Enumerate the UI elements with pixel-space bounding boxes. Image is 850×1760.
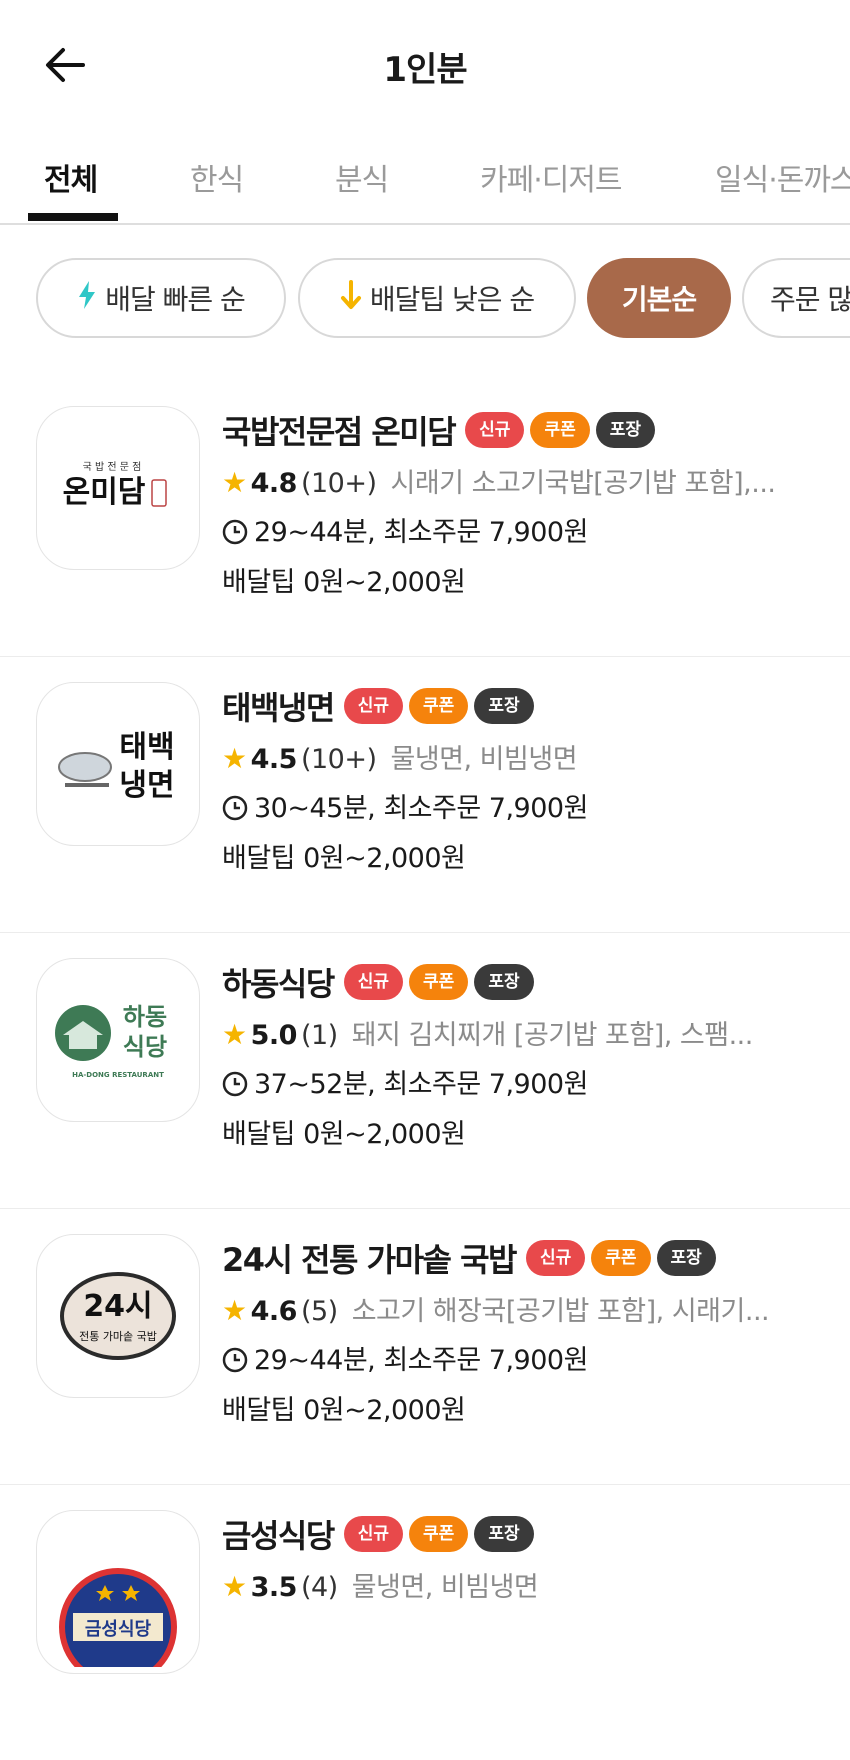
restaurant-info: 국밥전문점 온미담 신규 쿠폰 포장 ★ 4.8 (10+) 시래기 소고기국밥[공기… bbox=[222, 402, 842, 608]
tab-snack[interactable]: 분식 bbox=[335, 155, 389, 199]
coupon-badge: 쿠폰 bbox=[409, 1516, 469, 1552]
logo-sub-text: 냉면 bbox=[119, 768, 174, 803]
delivery-time: 29~44분, 최소주문 7,900원 bbox=[254, 517, 588, 548]
tab-korean[interactable]: 한식 bbox=[190, 155, 244, 199]
delivery-time: 29~44분, 최소주문 7,900원 bbox=[254, 1345, 588, 1376]
takeout-badge: 포장 bbox=[474, 1516, 534, 1552]
review-count: (10+) bbox=[300, 468, 377, 499]
rating-value: 4.8 bbox=[250, 468, 298, 499]
restaurant-name: 국밥전문점 온미담 bbox=[222, 413, 457, 451]
restaurant-logo: 하동 식당 HA-DONG RESTAURANT bbox=[36, 958, 200, 1122]
logo-main-text: 금성식당 bbox=[85, 1619, 152, 1640]
rating-value: 3.5 bbox=[250, 1572, 298, 1603]
menu-preview: 소고기 해장국[공기밥 포함], 시래기... bbox=[351, 1296, 770, 1327]
coupon-badge: 쿠폰 bbox=[409, 964, 469, 1000]
restaurant-info: 태백냉면 신규 쿠폰 포장 ★ 4.5 (10+) 물냉면, 비빔냉면 30~45분,… bbox=[222, 678, 842, 884]
takeout-badge: 포장 bbox=[474, 964, 534, 1000]
restaurant-logo: 태백 냉면 bbox=[36, 682, 200, 846]
review-count: (4) bbox=[300, 1572, 338, 1603]
review-count: (1) bbox=[300, 1020, 338, 1051]
restaurant-name: 24시 전통 가마솥 국밥 bbox=[222, 1241, 517, 1279]
restaurant-name: 하동식당 bbox=[222, 965, 335, 1003]
sort-default-label: 기본순 bbox=[621, 283, 697, 316]
delivery-time: 30~45분, 최소주문 7,900원 bbox=[254, 793, 588, 824]
tab-japanese[interactable]: 일식·돈까스 bbox=[715, 155, 850, 199]
menu-preview: 물냉면, 비빔냉면 bbox=[351, 1572, 539, 1603]
tab-all[interactable]: 전체 bbox=[44, 155, 98, 199]
menu-preview: 물냉면, 비빔냉면 bbox=[390, 744, 578, 775]
new-badge: 신규 bbox=[343, 688, 404, 724]
restaurant-item[interactable]: 국 밥 전 문 점 온미담 국밥전문점 온미담 신규 쿠폰 포장 ★ 4.8 (10… bbox=[0, 380, 850, 657]
clock-icon bbox=[222, 788, 248, 834]
coupon-badge: 쿠폰 bbox=[409, 688, 469, 724]
app-header: 1인분 bbox=[0, 0, 850, 130]
restaurant-item[interactable]: 24시 전통 가마솥 국밥 24시 전통 가마솥 국밥 신규 쿠폰 포장 ★ 4.… bbox=[0, 1208, 850, 1485]
clock-icon bbox=[222, 1340, 248, 1386]
rating-value: 5.0 bbox=[250, 1020, 298, 1051]
restaurant-item[interactable]: 하동 식당 HA-DONG RESTAURANT 하동식당 신규 쿠폰 포장 ★… bbox=[0, 932, 850, 1209]
sort-most-orders-button[interactable]: 주문 많은 순 bbox=[742, 258, 850, 338]
logo-main-text: 온미담 bbox=[63, 475, 146, 510]
star-icon: ★ bbox=[222, 466, 247, 499]
takeout-badge: 포장 bbox=[474, 688, 534, 724]
star-icon: ★ bbox=[222, 1018, 247, 1051]
arrow-down-icon bbox=[340, 279, 362, 317]
logo-sub-text: 전통 가마솥 국밥 bbox=[79, 1330, 157, 1343]
new-badge: 신규 bbox=[465, 412, 525, 448]
logo-english-text: HA-DONG RESTAURANT bbox=[72, 1071, 164, 1079]
delivery-tip: 배달팁 0원~2,000원 bbox=[222, 1395, 466, 1426]
sort-most-orders-label: 주문 많은 순 bbox=[770, 283, 850, 316]
delivery-tip: 배달팁 0원~2,000원 bbox=[222, 843, 466, 874]
active-tab-indicator bbox=[28, 213, 118, 221]
rating-value: 4.6 bbox=[250, 1296, 298, 1327]
logo-subtitle-text: 국 밥 전 문 점 bbox=[83, 461, 142, 473]
restaurant-name: 태백냉면 bbox=[222, 689, 335, 727]
review-count: (5) bbox=[300, 1296, 338, 1327]
sort-default-button[interactable]: 기본순 bbox=[587, 258, 731, 338]
logo-main-text: 하동 bbox=[123, 1003, 167, 1031]
sort-chips: 배달 빠른 순 배달팁 낮은 순 기본순 주문 많은 순 bbox=[0, 258, 850, 348]
coupon-badge: 쿠폰 bbox=[591, 1240, 651, 1276]
restaurant-item[interactable]: 금성식당 금성식당 신규 쿠폰 포장 ★ 3.5 (4) 물냉면, 비빔냉면 bbox=[0, 1484, 850, 1760]
restaurant-info: 하동식당 신규 쿠폰 포장 ★ 5.0 (1) 돼지 김치찌개 [공기밥 포함], 스… bbox=[222, 954, 842, 1160]
logo-main-text: 태백 bbox=[119, 730, 174, 765]
new-badge: 신규 bbox=[343, 964, 404, 1000]
delivery-tip: 배달팁 0원~2,000원 bbox=[222, 1119, 466, 1150]
sort-fast-delivery-button[interactable]: 배달 빠른 순 bbox=[36, 258, 286, 338]
sort-low-tip-button[interactable]: 배달팁 낮은 순 bbox=[298, 258, 576, 338]
restaurant-logo: 금성식당 bbox=[36, 1510, 200, 1674]
menu-preview: 돼지 김치찌개 [공기밥 포함], 스팸... bbox=[351, 1020, 754, 1051]
sort-low-tip-label: 배달팁 낮은 순 bbox=[369, 283, 535, 316]
delivery-time: 37~52분, 최소주문 7,900원 bbox=[254, 1069, 588, 1100]
star-icon: ★ bbox=[222, 742, 247, 775]
takeout-badge: 포장 bbox=[656, 1240, 716, 1276]
restaurant-info: 금성식당 신규 쿠폰 포장 ★ 3.5 (4) 물냉면, 비빔냉면 bbox=[222, 1506, 842, 1612]
menu-preview: 시래기 소고기국밥[공기밥 포함],... bbox=[390, 468, 776, 499]
logo-main-text: 24시 bbox=[83, 1289, 152, 1324]
category-tabs: 전체 한식 분식 카페·디저트 일식·돈까스 bbox=[0, 135, 850, 225]
restaurant-logo: 24시 전통 가마솥 국밥 bbox=[36, 1234, 200, 1398]
restaurant-logo: 국 밥 전 문 점 온미담 bbox=[36, 406, 200, 570]
restaurant-info: 24시 전통 가마솥 국밥 신규 쿠폰 포장 ★ 4.6 (5) 소고기 해장국[공기… bbox=[222, 1230, 842, 1436]
tab-cafe-dessert[interactable]: 카페·디저트 bbox=[480, 155, 623, 199]
star-icon: ★ bbox=[222, 1294, 247, 1327]
rating-value: 4.5 bbox=[250, 744, 298, 775]
delivery-tip: 배달팁 0원~2,000원 bbox=[222, 567, 466, 598]
new-badge: 신규 bbox=[525, 1240, 586, 1276]
review-count: (10+) bbox=[300, 744, 377, 775]
clock-icon bbox=[222, 1064, 248, 1110]
page-title: 1인분 bbox=[383, 50, 467, 90]
logo-sub-text: 식당 bbox=[123, 1033, 167, 1061]
sort-fast-delivery-label: 배달 빠른 순 bbox=[105, 283, 246, 316]
clock-icon bbox=[222, 512, 248, 558]
coupon-badge: 쿠폰 bbox=[530, 412, 590, 448]
new-badge: 신규 bbox=[343, 1516, 404, 1552]
lightning-icon bbox=[77, 280, 97, 317]
star-icon: ★ bbox=[222, 1570, 247, 1603]
restaurant-item[interactable]: 태백 냉면 태백냉면 신규 쿠폰 포장 ★ 4.5 (10+) 물냉면, 비빔냉면 3… bbox=[0, 656, 850, 933]
restaurant-name: 금성식당 bbox=[222, 1517, 335, 1555]
takeout-badge: 포장 bbox=[595, 412, 656, 448]
